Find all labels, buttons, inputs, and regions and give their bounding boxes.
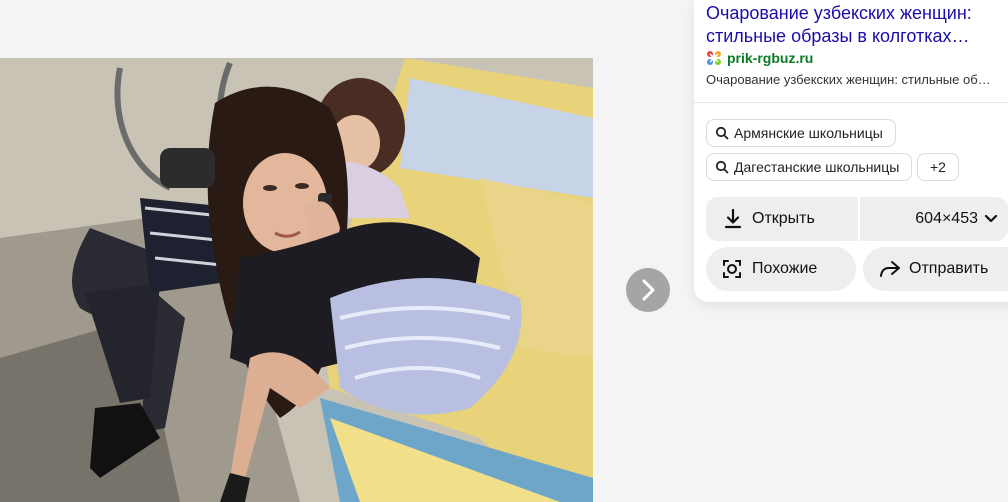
more-count: +2	[930, 159, 946, 175]
chip-label: Армянские школьницы	[734, 125, 883, 141]
divider	[694, 102, 1008, 103]
source-link[interactable]: prik-rgbuz.ru	[706, 50, 813, 66]
open-label: Открыть	[752, 210, 815, 227]
result-title-link[interactable]: Очарование узбекских женщин: стильные об…	[706, 2, 1006, 48]
image-info-panel: Очарование узбекских женщин: стильные об…	[694, 0, 1008, 302]
similar-label: Похожие	[752, 260, 818, 277]
result-snippet: Очарование узбекских женщин: стильные об…	[706, 72, 991, 87]
share-arrow-icon	[880, 261, 900, 277]
main-photo[interactable]	[0, 58, 593, 502]
search-icon	[715, 160, 729, 174]
more-chips-button[interactable]: +2	[917, 153, 959, 181]
search-icon	[715, 126, 729, 140]
next-image-button[interactable]	[626, 268, 670, 312]
size-label: 604×453	[915, 210, 978, 227]
share-label: Отправить	[909, 260, 989, 277]
image-size-dropdown[interactable]: 604×453	[860, 197, 1008, 241]
source-domain: prik-rgbuz.ru	[727, 50, 814, 66]
related-search-chip-armenian[interactable]: Армянские школьницы	[706, 119, 896, 147]
lens-search-icon	[723, 260, 741, 278]
open-image-button[interactable]: Открыть	[706, 197, 858, 241]
similar-images-button[interactable]: Похожие	[706, 247, 856, 291]
download-icon	[724, 209, 742, 229]
chevron-down-icon	[984, 214, 998, 223]
share-button[interactable]: Отправить	[863, 247, 1008, 291]
related-search-chip-dagestan[interactable]: Дагестанские школьницы	[706, 153, 913, 181]
image-viewer	[0, 0, 682, 502]
chevron-right-icon	[642, 279, 655, 301]
chip-label: Дагестанские школьницы	[734, 159, 900, 175]
site-favicon-icon	[707, 51, 721, 65]
